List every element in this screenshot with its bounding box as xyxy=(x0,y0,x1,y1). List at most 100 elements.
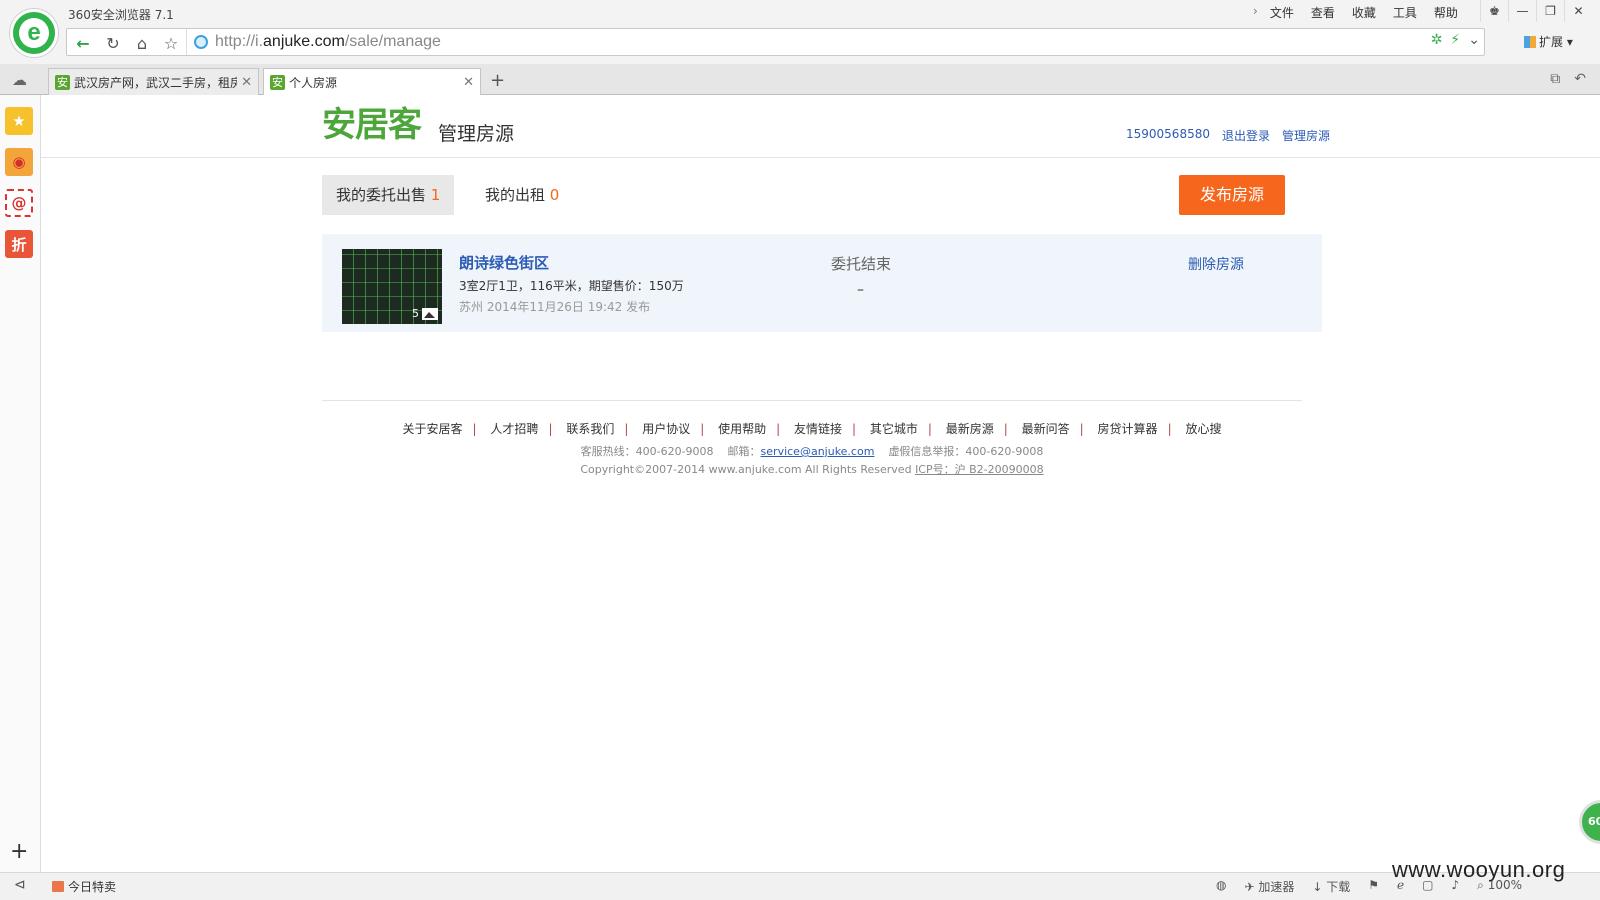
new-tab-icon[interactable]: + xyxy=(490,70,505,91)
skin-icon[interactable]: ♚ xyxy=(1480,0,1508,22)
gift-icon xyxy=(52,881,64,892)
menu-help[interactable]: 帮助 xyxy=(1434,4,1458,21)
tab-my-sale[interactable]: 我的委托出售 1 xyxy=(322,175,455,215)
window-controls: ♚ — ❐ ✕ xyxy=(1480,0,1592,22)
address-divider xyxy=(186,29,187,55)
app-title: 360安全浏览器 7.1 xyxy=(68,8,174,22)
footer-links: 关于安居客 | 人才招聘 | 联系我们 | 用户协议 | 使用帮助 | 友情链接 | 其它城… xyxy=(402,422,1222,436)
listing-status-detail: – xyxy=(857,282,864,298)
tab-favicon: 安 xyxy=(55,74,70,90)
mail-label: 邮箱： xyxy=(727,445,761,458)
mail-icon[interactable]: @ xyxy=(5,189,33,217)
site-logo[interactable]: 安居客 xyxy=(322,105,422,145)
browser-logo: e xyxy=(10,9,58,57)
footer-link[interactable]: 关于安居客 xyxy=(403,422,463,436)
download-button[interactable]: ↓ 下载 xyxy=(1312,878,1350,895)
footer-link[interactable]: 用户协议 xyxy=(642,422,690,436)
listing-title-link[interactable]: 朗诗绿色街区 xyxy=(459,252,549,273)
address-right-icons: ✲ ⚡ ⌄ xyxy=(1431,32,1480,48)
dropdown-chevron-icon[interactable]: ⌄ xyxy=(1468,32,1480,48)
page-title: 管理房源 xyxy=(438,123,515,145)
listing-tabs: 我的委托出售 1 我的出租 0 发布房源 xyxy=(322,175,1302,215)
user-phone-link[interactable]: 15900568580 xyxy=(1126,127,1210,144)
tab-list-icon[interactable]: ⧉ xyxy=(1550,71,1560,87)
listing-status: 委托结束 xyxy=(831,255,892,273)
url-text[interactable]: http://i.anjuke.com/sale/manage xyxy=(215,33,441,51)
minimize-icon[interactable]: — xyxy=(1508,0,1536,22)
footer-link[interactable]: 联系我们 xyxy=(566,422,614,436)
user-links: 15900568580 退出登录 管理房源 xyxy=(1126,127,1330,144)
listing-row: 5 朗诗绿色街区 3室2厅1卫，116平米，期望售价：150万 苏州 2014年… xyxy=(322,234,1322,332)
footer-link[interactable]: 放心搜 xyxy=(1185,422,1221,436)
extensions-button[interactable]: 扩展 ▾ xyxy=(1524,33,1573,50)
site-header: 安居客 管理房源 15900568580 退出登录 管理房源 xyxy=(41,95,1600,158)
undo-close-icon[interactable]: ↶ xyxy=(1574,71,1586,87)
menu-view[interactable]: 查看 xyxy=(1311,4,1335,21)
site-footer: 关于安居客 | 人才招聘 | 联系我们 | 用户协议 | 使用帮助 | 友情链接 | 其它城… xyxy=(322,400,1302,477)
collapse-sidebar-icon[interactable]: ⊲ xyxy=(14,877,26,893)
footer-link[interactable]: 使用帮助 xyxy=(718,422,766,436)
extensions-chevron-icon: ▾ xyxy=(1566,35,1573,49)
service-email-link[interactable]: service@anjuke.com xyxy=(761,445,875,458)
refresh-green-icon[interactable]: ✲ xyxy=(1431,32,1443,48)
bookmark-star-icon[interactable]: ☆ xyxy=(158,32,184,54)
footer-link[interactable]: 房贷计算器 xyxy=(1098,422,1158,436)
web-page: 安居客 管理房源 15900568580 退出登录 管理房源 我的委托出售 1 … xyxy=(41,95,1600,872)
tab-close-icon[interactable]: ✕ xyxy=(241,75,252,90)
browser-sidebar: ★ ◉ @ 折 + xyxy=(0,95,41,872)
hotline-text: 客服热线：400-620-9008 xyxy=(580,445,714,458)
cloud-icon[interactable]: ☁ xyxy=(12,71,27,89)
tab-favicon: 安 xyxy=(270,75,285,90)
manage-listings-link[interactable]: 管理房源 xyxy=(1282,127,1330,144)
logout-link[interactable]: 退出登录 xyxy=(1222,127,1270,144)
tab-count: 0 xyxy=(549,186,560,204)
maximize-icon[interactable]: ❐ xyxy=(1536,0,1564,22)
listing-thumbnail[interactable]: 5 xyxy=(342,249,442,324)
report-text: 虚假信息举报：400-620-9008 xyxy=(888,445,1044,458)
watermark: www.wooyun.org xyxy=(1392,857,1566,882)
menu-favorites[interactable]: 收藏 xyxy=(1352,4,1376,21)
close-icon[interactable]: ✕ xyxy=(1564,0,1592,22)
photo-count-badge: 5 xyxy=(412,307,438,320)
picture-icon xyxy=(422,307,438,320)
weibo-icon[interactable]: ◉ xyxy=(5,148,33,176)
today-deal-button[interactable]: 今日特卖 xyxy=(52,878,116,895)
home-icon[interactable]: ⌂ xyxy=(129,32,155,54)
star-icon[interactable]: ★ xyxy=(5,107,33,135)
footer-link[interactable]: 最新问答 xyxy=(1022,422,1070,436)
lightning-icon[interactable]: ⚡ xyxy=(1450,32,1460,48)
publish-listing-button[interactable]: 发布房源 xyxy=(1179,175,1285,215)
browser-tab-active[interactable]: 安 个人房源 ✕ xyxy=(263,68,481,96)
tab-close-icon[interactable]: ✕ xyxy=(463,75,474,90)
menu-tools[interactable]: 工具 xyxy=(1393,4,1417,21)
browser-statusbar: ⊲ 今日特卖 ◍ ✈ 加速器 ↓ 下载 ⚑ ℯ ▢ ♪ ⌕ 100% xyxy=(0,872,1600,900)
footer-link[interactable]: 其它城市 xyxy=(870,422,918,436)
tab-my-rent[interactable]: 我的出租 0 xyxy=(471,175,573,215)
flag-icon[interactable]: ⚑ xyxy=(1368,878,1379,895)
add-sidebar-icon[interactable]: + xyxy=(10,839,28,864)
menu-file[interactable]: 文件 xyxy=(1270,4,1294,21)
delete-listing-link[interactable]: 删除房源 xyxy=(1188,254,1244,274)
security-icon[interactable]: ◍ xyxy=(1216,878,1226,895)
footer-contact: 客服热线：400-620-9008 邮箱：service@anjuke.com … xyxy=(322,443,1302,459)
footer-link[interactable]: 最新房源 xyxy=(946,422,994,436)
footer-link[interactable]: 人才招聘 xyxy=(490,422,538,436)
browser-tab[interactable]: 安 武汉房产网，武汉二手房，租房 ✕ xyxy=(48,68,259,95)
browser-navbar: ← ↻ ⌂ ☆ http://i.anjuke.com/sale/manage … xyxy=(0,27,1600,64)
back-arrow-icon[interactable]: ← xyxy=(70,32,96,54)
menu-chevron-icon[interactable]: › xyxy=(1253,4,1258,21)
icp-link[interactable]: ICP号：沪 B2-20090008 xyxy=(915,463,1044,476)
tab-bar-right-icons: ⧉ ↶ xyxy=(1550,71,1586,87)
deal-icon[interactable]: 折 xyxy=(5,230,33,258)
browser-titlebar: 360安全浏览器 7.1 › 文件 查看 收藏 工具 帮助 ♚ — ❐ ✕ xyxy=(0,0,1600,27)
accelerator-button[interactable]: ✈ 加速器 xyxy=(1244,878,1294,895)
browser-menu: › 文件 查看 收藏 工具 帮助 xyxy=(1253,4,1475,21)
tab-title: 武汉房产网，武汉二手房，租房 xyxy=(74,75,238,90)
footer-link[interactable]: 友情链接 xyxy=(794,422,842,436)
tab-title: 个人房源 xyxy=(289,76,338,90)
listing-description: 3室2厅1卫，116平米，期望售价：150万 xyxy=(459,279,684,293)
tab-count: 1 xyxy=(430,186,441,204)
reload-icon[interactable]: ↻ xyxy=(100,32,126,54)
copyright-text: Copyright©2007-2014 www.anjuke.com All R… xyxy=(580,463,912,476)
address-bar[interactable]: ← ↻ ⌂ ☆ http://i.anjuke.com/sale/manage … xyxy=(66,28,1485,56)
